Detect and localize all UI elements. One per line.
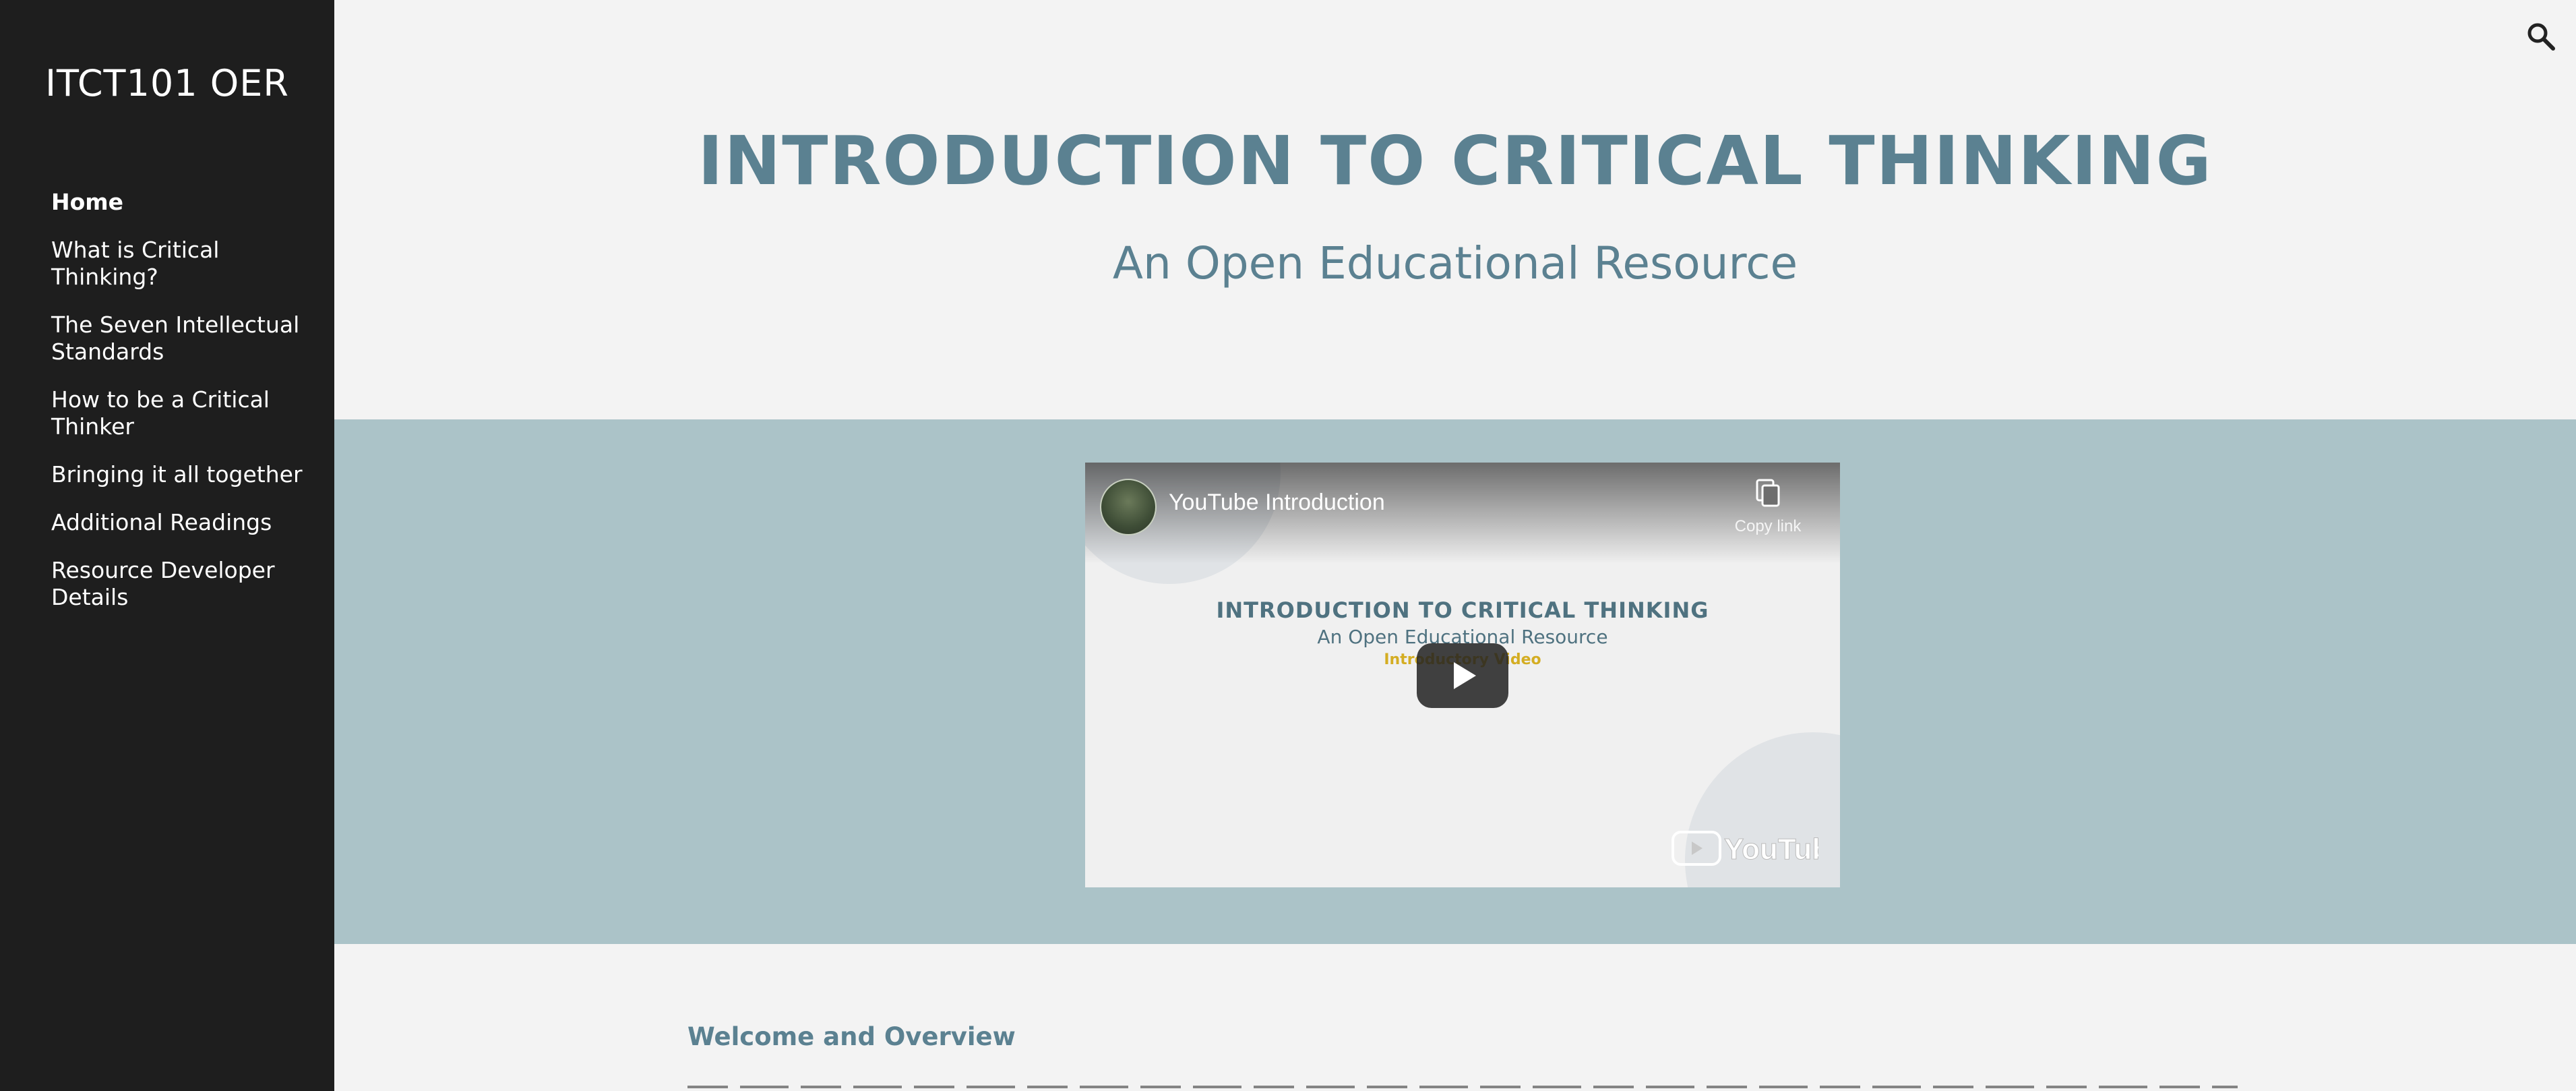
main-content: INTRODUCTION TO CRITICAL THINKING An Ope…: [334, 0, 2576, 1091]
channel-avatar[interactable]: [1100, 479, 1157, 535]
sidebar-item-seven-intellectual-standards[interactable]: The Seven Intellectual Standards: [51, 312, 321, 365]
page-subtitle: An Open Educational Resource: [1112, 237, 1798, 289]
video-band: YouTube Introduction Copy link INTRODUCT…: [334, 419, 2576, 944]
youtube-logo-text: YouTube: [1724, 833, 1818, 866]
copy-link-label: Copy link: [1734, 517, 1802, 535]
copy-link-button[interactable]: Copy link: [1731, 479, 1805, 536]
youtube-embed[interactable]: YouTube Introduction Copy link INTRODUCT…: [1085, 463, 1840, 887]
site-title[interactable]: ITCT101 OER: [0, 62, 334, 105]
page-title: INTRODUCTION TO CRITICAL THINKING: [698, 121, 2213, 200]
play-icon: [1454, 662, 1476, 689]
sidebar-item-additional-readings[interactable]: Additional Readings: [51, 509, 321, 536]
sidebar-item-resource-developer-details[interactable]: Resource Developer Details: [51, 557, 321, 611]
sidebar-item-home[interactable]: Home: [51, 189, 321, 216]
sidebar-item-bringing-it-all-together[interactable]: Bringing it all together: [51, 461, 321, 488]
youtube-logo[interactable]: YouTube: [1672, 829, 1840, 867]
play-button[interactable]: [1417, 643, 1508, 708]
section-heading: Welcome and Overview: [687, 1022, 1016, 1051]
sidebar: ITCT101 OER Home What is Critical Thinki…: [0, 0, 334, 1091]
sidebar-nav: Home What is Critical Thinking? The Seve…: [51, 189, 321, 632]
thumbnail-title: INTRODUCTION TO CRITICAL THINKING: [1216, 597, 1709, 623]
sidebar-item-what-is-critical-thinking[interactable]: What is Critical Thinking?: [51, 237, 321, 291]
copy-icon: [1756, 479, 1780, 507]
sidebar-item-how-to-be-critical-thinker[interactable]: How to be a Critical Thinker: [51, 386, 321, 440]
overview-text-cut-off: [687, 1076, 2238, 1091]
search-icon[interactable]: [2525, 20, 2557, 53]
video-title[interactable]: YouTube Introduction: [1169, 490, 1385, 516]
